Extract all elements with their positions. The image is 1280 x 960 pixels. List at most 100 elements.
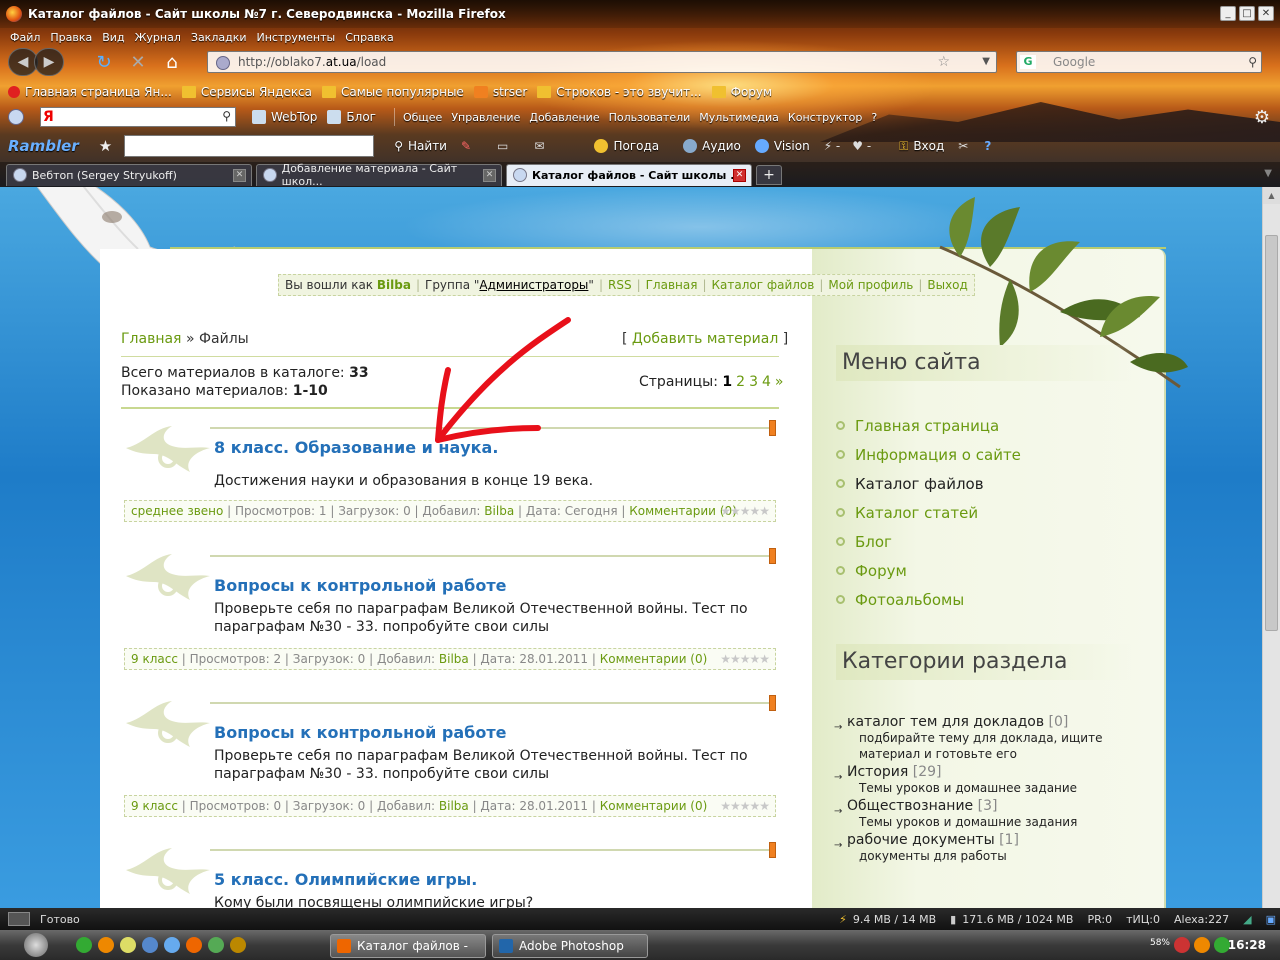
ucoz-status-icon[interactable]: ▣ bbox=[1266, 913, 1276, 926]
audio-button[interactable]: Аудио bbox=[683, 139, 741, 153]
mail-icon[interactable]: ✉ bbox=[534, 139, 544, 153]
menu-item-photo-albums[interactable]: Фотоальбомы bbox=[836, 585, 1021, 614]
weather-button[interactable]: Погода bbox=[594, 139, 659, 153]
tab-close-icon[interactable]: ✕ bbox=[483, 168, 496, 182]
rating-stars-icon[interactable]: ★★★★★ bbox=[720, 649, 770, 669]
category-name[interactable]: История bbox=[847, 764, 908, 780]
reload-icon[interactable]: ↻ bbox=[90, 48, 118, 76]
entry-title[interactable]: 8 класс. Образование и наука. bbox=[214, 438, 498, 457]
page-2-link[interactable]: 2 bbox=[736, 374, 745, 390]
vlc-icon[interactable] bbox=[120, 937, 136, 953]
entry-category[interactable]: 9 класс bbox=[131, 652, 178, 666]
ucoz-link-users[interactable]: Пользователи bbox=[609, 111, 691, 124]
chart-icon[interactable]: ◢ bbox=[1243, 913, 1251, 926]
bookmark-stryukov[interactable]: Стрюков - это звучит... bbox=[537, 85, 702, 99]
entry-title[interactable]: Вопросы к контрольной работе bbox=[214, 723, 506, 742]
start-button[interactable] bbox=[24, 933, 48, 957]
yandex-search-input[interactable]: Я ⚲ bbox=[40, 107, 236, 127]
page-next-link[interactable]: » bbox=[775, 374, 784, 390]
category-item[interactable]: → История [29] Темы уроков и домашнее за… bbox=[834, 764, 1134, 796]
star-icon[interactable]: ★ bbox=[99, 137, 112, 155]
category-item[interactable]: → каталог тем для докладов [0] подбирайт… bbox=[834, 714, 1134, 762]
bookmark-yandex[interactable]: Главная страница Ян... bbox=[8, 85, 172, 99]
ucoz-link-add[interactable]: Добавление bbox=[529, 111, 599, 124]
menu-file[interactable]: Файл bbox=[10, 31, 40, 44]
maximize-button[interactable]: □ bbox=[1239, 6, 1255, 21]
entry-flag-icon[interactable] bbox=[769, 842, 776, 858]
entry-flag-icon[interactable] bbox=[769, 420, 776, 436]
menu-edit[interactable]: Правка bbox=[50, 31, 92, 44]
scrollbar-thumb[interactable] bbox=[1265, 235, 1278, 631]
menu-tools[interactable]: Инструменты bbox=[257, 31, 336, 44]
app-icon[interactable] bbox=[98, 937, 114, 953]
page-3-link[interactable]: 3 bbox=[749, 374, 758, 390]
entry-author[interactable]: Bilba bbox=[484, 504, 514, 518]
tray-icon[interactable] bbox=[1194, 937, 1210, 953]
menu-item-about[interactable]: Информация о сайте bbox=[836, 440, 1021, 469]
skype-icon[interactable] bbox=[142, 937, 158, 953]
blog-button[interactable]: Блог bbox=[327, 110, 376, 124]
rambler-logo[interactable]: Rambler bbox=[8, 137, 79, 155]
webtop-button[interactable]: WebTop bbox=[252, 110, 317, 124]
entry-flag-icon[interactable] bbox=[769, 695, 776, 711]
stop-icon[interactable]: ✕ bbox=[124, 48, 152, 76]
tab-file-catalog[interactable]: Каталог файлов - Сайт школы ... ✕ bbox=[506, 163, 752, 186]
menu-item-article-catalog[interactable]: Каталог статей bbox=[836, 498, 1021, 527]
new-tab-button[interactable]: + bbox=[756, 164, 782, 185]
taskbar-firefox[interactable]: Каталог файлов - Са... bbox=[330, 934, 486, 958]
category-name[interactable]: Обществознание bbox=[847, 798, 973, 814]
vision-button[interactable]: Vision bbox=[754, 139, 810, 153]
firefox-icon[interactable] bbox=[186, 937, 202, 953]
ucoz-link-manage[interactable]: Управление bbox=[451, 111, 520, 124]
icq-icon[interactable] bbox=[208, 937, 224, 953]
heart-icon[interactable]: ♥ - bbox=[852, 139, 871, 153]
utorrent-icon[interactable] bbox=[76, 937, 92, 953]
entry-author[interactable]: Bilba bbox=[439, 799, 469, 813]
entry-comments[interactable]: Комментарии (0) bbox=[600, 652, 708, 666]
bookmark-popular[interactable]: Самые популярные bbox=[322, 85, 464, 99]
ie-icon[interactable] bbox=[164, 937, 180, 953]
bookmark-yandex-services[interactable]: Сервисы Яндекса bbox=[181, 85, 312, 99]
eraser-icon[interactable]: ▭ bbox=[497, 139, 508, 153]
entry-flag-icon[interactable] bbox=[769, 548, 776, 564]
gear-icon[interactable]: ⚙ bbox=[1254, 107, 1270, 128]
vertical-scrollbar[interactable]: ▲ bbox=[1262, 187, 1280, 908]
category-item[interactable]: → рабочие документы [1] документы для ра… bbox=[834, 832, 1134, 864]
entry-comments[interactable]: Комментарии (0) bbox=[600, 799, 708, 813]
close-button[interactable]: ✕ bbox=[1258, 6, 1274, 21]
magnifier-icon[interactable]: ⚲ bbox=[222, 109, 231, 123]
taskbar-photoshop[interactable]: Adobe Photoshop CS4... bbox=[492, 934, 648, 958]
ucoz-link-help[interactable]: ? bbox=[871, 111, 877, 124]
tray-icon[interactable] bbox=[1174, 937, 1190, 953]
entry-title[interactable]: Вопросы к контрольной работе bbox=[214, 576, 506, 595]
page-4-link[interactable]: 4 bbox=[762, 374, 771, 390]
bookmark-strser[interactable]: strser bbox=[473, 85, 527, 99]
ucoz-link-multimedia[interactable]: Мультимедиа bbox=[699, 111, 779, 124]
ucoz-link-general[interactable]: Общее bbox=[403, 111, 442, 124]
links-icon[interactable]: ⚡ - bbox=[824, 139, 841, 153]
rambler-search-input[interactable] bbox=[124, 135, 375, 157]
entry-category[interactable]: среднее звено bbox=[131, 504, 223, 518]
menu-history[interactable]: Журнал bbox=[135, 31, 181, 44]
entry-title[interactable]: 5 класс. Олимпийские игры. bbox=[214, 870, 477, 889]
scroll-up-icon[interactable]: ▲ bbox=[1263, 187, 1280, 204]
category-name[interactable]: каталог тем для докладов bbox=[847, 714, 1044, 730]
bookmark-forum[interactable]: Форум bbox=[711, 85, 772, 99]
winamp-icon[interactable] bbox=[230, 937, 246, 953]
ucoz-link-constructor[interactable]: Конструктор bbox=[788, 111, 862, 124]
category-name[interactable]: рабочие документы bbox=[847, 832, 995, 848]
entry-author[interactable]: Bilba bbox=[439, 652, 469, 666]
entry-category[interactable]: 9 класс bbox=[131, 799, 178, 813]
tools-icon[interactable]: ✂ bbox=[958, 139, 968, 153]
menu-item-forum[interactable]: Форум bbox=[836, 556, 1021, 585]
menu-view[interactable]: Вид bbox=[102, 31, 124, 44]
highlighter-icon[interactable]: ✎ bbox=[461, 139, 471, 153]
add-material-link[interactable]: Добавить материал bbox=[632, 331, 778, 347]
minimize-button[interactable]: _ bbox=[1220, 6, 1236, 21]
rambler-find-button[interactable]: ⚲ Найти bbox=[394, 139, 447, 153]
rating-stars-icon[interactable]: ★★★★★ bbox=[720, 796, 770, 816]
help-icon[interactable]: ? bbox=[984, 139, 991, 153]
tab-webtop[interactable]: Вебтоп (Sergey Stryukoff) ✕ bbox=[6, 163, 252, 186]
menu-item-home[interactable]: Главная страница bbox=[836, 411, 1021, 440]
login-button[interactable]: ⚿ Вход bbox=[899, 139, 944, 154]
